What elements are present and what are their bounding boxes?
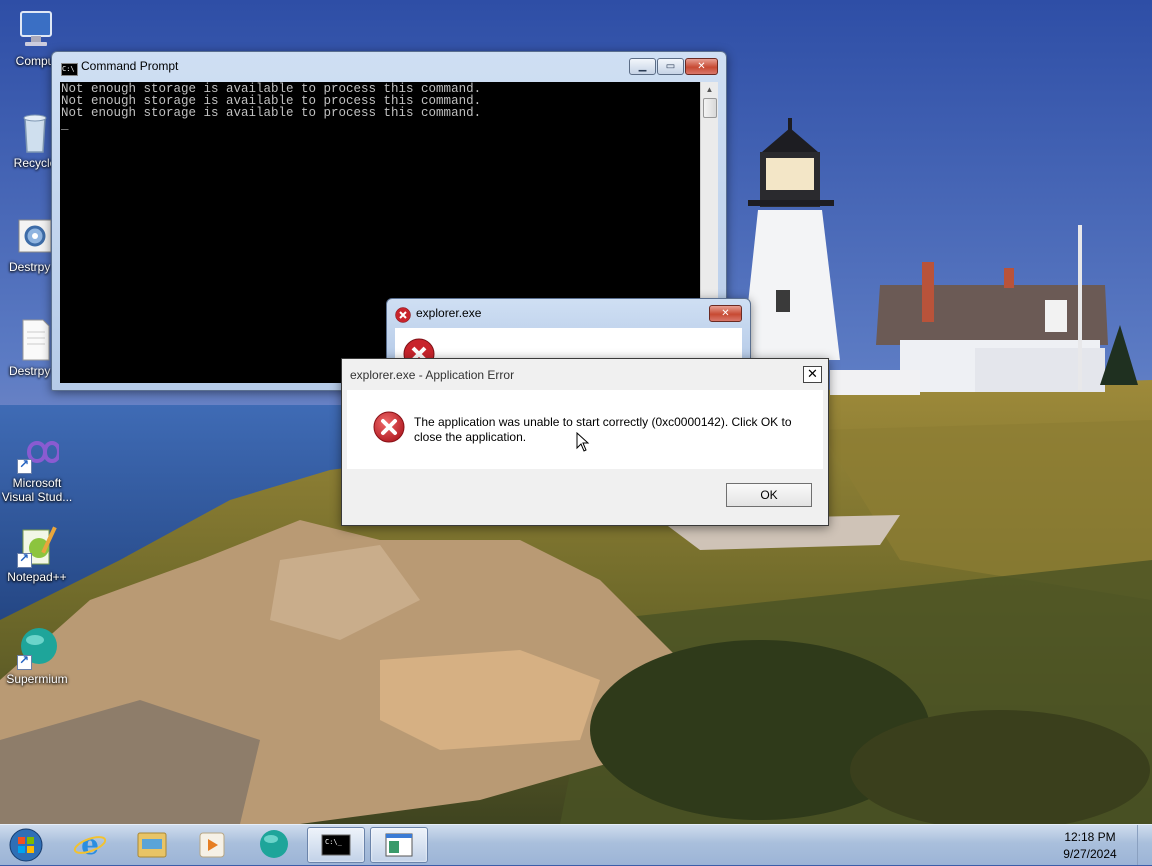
explorer-error-dialog[interactable]: explorer.exe ✕	[386, 298, 751, 370]
close-icon: ✕	[697, 61, 706, 72]
desktop-icon-visual-studio[interactable]: Microsoft Visual Stud...	[0, 430, 74, 504]
close-icon: ✕	[807, 366, 818, 381]
folder-icon	[137, 832, 167, 858]
windows-orb-icon	[9, 828, 43, 862]
maximize-icon: ▭	[665, 61, 676, 72]
show-desktop-button[interactable]	[1137, 825, 1152, 865]
notepad-plus-plus-icon	[15, 524, 59, 568]
error-message: The application was unable to start corr…	[414, 415, 792, 444]
clock-time: 12:18 PM	[1064, 830, 1116, 844]
cmd-title: Command Prompt	[81, 59, 179, 73]
console-line: Not enough storage is available to proce…	[61, 106, 482, 120]
app-error-titlebar[interactable]: explorer.exe - Application Error ✕	[342, 359, 828, 389]
explorer-dialog-titlebar[interactable]: explorer.exe ✕	[387, 299, 750, 327]
supermium-icon	[260, 830, 288, 858]
start-button[interactable]	[4, 827, 48, 863]
taskbar-file-explorer[interactable]	[124, 827, 180, 861]
internet-explorer-icon: e	[73, 828, 107, 861]
error-icon	[395, 307, 411, 323]
app-error-body: The application was unable to start corr…	[347, 390, 823, 469]
minimize-button[interactable]: ▁	[629, 58, 656, 75]
computer-icon	[13, 8, 57, 52]
visual-studio-icon	[15, 430, 62, 474]
desktop-icon-notepad-plus-plus[interactable]: Notepad++	[0, 524, 74, 584]
mouse-cursor-icon	[576, 432, 590, 452]
media-player-icon	[199, 832, 225, 858]
application-window-icon	[385, 833, 413, 857]
command-prompt-icon: C:\_	[321, 834, 351, 856]
app-error-title: explorer.exe - Application Error	[350, 368, 515, 382]
close-icon: ✕	[721, 308, 730, 319]
svg-text:C:\_: C:\_	[325, 838, 343, 846]
ok-button[interactable]: OK	[726, 483, 812, 507]
taskbar-explorer-app[interactable]	[370, 827, 428, 863]
error-icon	[373, 411, 405, 443]
scroll-up-icon[interactable]: ▲	[701, 82, 718, 97]
console-cursor: _	[61, 118, 69, 132]
taskbar: e C:\_ 12:18 PM 9/27/2024	[0, 824, 1152, 865]
shortcut-arrow-icon	[17, 551, 32, 568]
explorer-dialog-body	[395, 328, 742, 370]
supermium-browser-icon	[15, 626, 59, 670]
minimize-icon: ▁	[638, 61, 647, 72]
shortcut-arrow-icon	[17, 653, 32, 670]
scrollbar-thumb[interactable]	[703, 98, 717, 118]
taskbar-supermium[interactable]	[246, 827, 302, 861]
close-button[interactable]: ✕	[709, 305, 742, 322]
system-clock[interactable]: 12:18 PM 9/27/2024	[1054, 829, 1126, 863]
maximize-button[interactable]: ▭	[657, 58, 684, 75]
close-button[interactable]: ✕	[685, 58, 718, 75]
close-button[interactable]: ✕	[803, 366, 822, 383]
command-prompt-icon: C:\	[61, 63, 78, 76]
clock-date: 9/27/2024	[1063, 847, 1117, 861]
taskbar-media-player[interactable]	[184, 827, 240, 861]
shortcut-arrow-icon	[17, 457, 32, 474]
cmd-titlebar[interactable]: C:\ Command Prompt ▁ ▭ ✕	[52, 52, 726, 80]
taskbar-command-prompt[interactable]: C:\_	[307, 827, 365, 863]
svg-text:e: e	[81, 828, 99, 861]
taskbar-internet-explorer[interactable]: e	[62, 827, 118, 861]
desktop-icon-supermium[interactable]: Supermium	[0, 626, 74, 686]
explorer-dialog-title: explorer.exe	[416, 306, 482, 320]
